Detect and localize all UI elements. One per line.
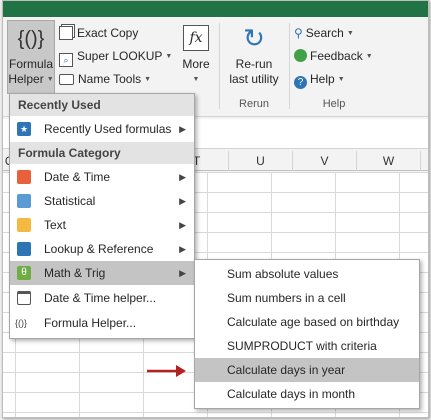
calendar-icon <box>17 291 31 305</box>
exact-copy-button[interactable]: Exact Copy <box>59 23 138 44</box>
menu-item-math-trig[interactable]: θ Math & Trig ▶ <box>10 261 194 285</box>
star-icon: ★ <box>17 122 31 136</box>
formula-helper-label-2: Helper ▼ <box>8 72 54 86</box>
ribbon-separator <box>219 23 220 109</box>
submenu-item[interactable]: Sum numbers in a cell <box>195 286 419 310</box>
function-icon: fx <box>183 25 209 51</box>
rerun-icon: ↻ <box>243 23 265 53</box>
feedback-icon <box>294 49 307 62</box>
rerun-label-1: Re-run <box>235 57 273 71</box>
submenu-item[interactable]: Calculate age based on birthday <box>195 310 419 334</box>
group-label-help: Help <box>322 98 346 110</box>
theta-icon: θ <box>17 266 31 280</box>
chevron-right-icon: ▶ <box>179 172 186 182</box>
menu-item-formula-helper[interactable]: {()} Formula Helper... <box>10 311 194 335</box>
chevron-right-icon: ▶ <box>179 220 186 230</box>
menu-item-date-time-helper[interactable]: Date & Time helper... <box>10 286 194 310</box>
chevron-right-icon: ▶ <box>179 196 186 206</box>
chart-icon <box>17 194 31 208</box>
name-tools-button[interactable]: Name Tools ▼ <box>59 69 151 90</box>
help-icon: ? <box>294 76 307 89</box>
feedback-button[interactable]: Feedback ▼ <box>294 46 373 67</box>
submenu-item-highlighted[interactable]: Calculate days in year <box>195 358 419 382</box>
more-label: More <box>182 57 210 71</box>
recently-used-header: Recently Used <box>10 94 194 116</box>
menu-item-lookup-reference[interactable]: Lookup & Reference ▶ <box>10 237 194 261</box>
column-header[interactable]: V <box>293 151 357 171</box>
clock-icon <box>17 170 31 184</box>
column-header[interactable]: W <box>357 151 421 171</box>
name-tag-icon <box>59 74 74 85</box>
rerun-button[interactable]: ↻ Re-run last utility <box>223 23 285 89</box>
column-header[interactable]: U <box>229 151 293 171</box>
submenu-item[interactable]: Calculate days in month <box>195 382 419 406</box>
lookup-icon: ⌕ <box>59 53 73 67</box>
ribbon-separator <box>289 23 290 109</box>
super-lookup-button[interactable]: ⌕ Super LOOKUP ▼ <box>59 46 172 67</box>
formula-helper-menu: Recently Used ★ Recently Used formulas ▶… <box>9 93 195 339</box>
pointer-arrow-icon <box>147 365 186 377</box>
chevron-right-icon: ▶ <box>179 244 186 254</box>
app-window: {()} Formula Helper ▼ Exact Copy ⌕ Super L… <box>2 0 429 418</box>
exact-copy-icon <box>59 26 73 40</box>
more-caret: ▼ <box>192 76 200 83</box>
submenu-item[interactable]: SUMPRODUCT with criteria <box>195 334 419 358</box>
chevron-right-icon: ▶ <box>179 124 186 134</box>
formula-braces-icon: {()} <box>15 318 28 328</box>
formula-helper-label-1: Formula <box>8 57 53 71</box>
search-icon: ⚲ <box>294 26 303 40</box>
math-trig-submenu: Sum absolute values Sum numbers in a cel… <box>194 259 420 409</box>
more-button[interactable]: fx More ▼ <box>178 23 214 89</box>
lookup-icon <box>17 242 31 256</box>
group-label-rerun: Rerun <box>239 98 269 110</box>
chevron-right-icon: ▶ <box>179 268 186 278</box>
title-bar <box>3 1 428 17</box>
menu-item-text[interactable]: Text ▶ <box>10 213 194 237</box>
menu-item-date-time[interactable]: Date & Time ▶ <box>10 165 194 189</box>
text-icon <box>17 218 31 232</box>
menu-item-statistical[interactable]: Statistical ▶ <box>10 189 194 213</box>
submenu-item[interactable]: Sum absolute values <box>195 262 419 286</box>
formula-category-header: Formula Category <box>10 142 194 164</box>
rerun-label-2: last utility <box>229 72 279 86</box>
formula-helper-icon: {()} <box>17 28 45 50</box>
formula-helper-button[interactable]: {()} Formula Helper ▼ <box>7 20 55 94</box>
help-button[interactable]: ? Help ▼ <box>294 69 345 90</box>
menu-item-recently-used-formulas[interactable]: ★ Recently Used formulas ▶ <box>10 117 194 141</box>
search-button[interactable]: ⚲ Search ▼ <box>294 23 354 44</box>
